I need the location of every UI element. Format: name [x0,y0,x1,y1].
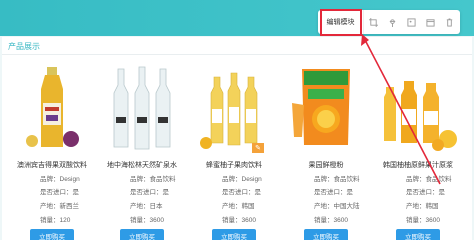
buy-now-button[interactable]: 立即购买 [396,229,440,240]
spec-value: 3600 [149,217,164,224]
spec-key: 销量： [314,217,334,224]
spec-value: 是 [438,189,446,196]
product-image[interactable] [100,61,184,151]
spec-brand: 品牌：食品饮料 [314,173,360,183]
edit-pencil-icon[interactable]: ✎ [252,143,264,153]
spec-sales: 销量：3600 [314,214,348,224]
spec-sales: 销量：120 [40,214,70,224]
spec-key: 是否进口： [222,189,255,196]
product-card[interactable]: 澳洲宾吉得果双酸饮料 品牌：Design 是否进口：是 产地：新西兰 销量：12… [10,57,94,240]
spec-value: 中国大陆 [333,203,360,210]
window-icon[interactable] [421,10,440,34]
spec-value: 3600 [425,217,440,224]
spec-imported: 是否进口：是 [130,186,169,196]
spec-key: 品牌： [130,176,150,183]
spec-imported: 是否进口：是 [40,186,79,196]
divider [2,54,472,55]
spec-value: 是 [162,189,170,196]
spec-value: 是 [72,189,80,196]
product-image[interactable] [284,61,368,151]
spec-sales: 销量：3600 [406,214,440,224]
spec-value: 韩国 [425,203,439,210]
product-image[interactable] [376,61,460,151]
spec-imported: 是否进口：是 [406,186,445,196]
spec-key: 是否进口： [40,189,73,196]
spec-key: 产地： [130,203,150,210]
spec-value: 食品饮料 [149,176,176,183]
product-card[interactable]: 韩国柚柚原鲜果汁原浆 品牌：食品饮料 是否进口：是 产地：韩国 销量：3600 … [376,57,460,240]
edit-module-label: 编辑模块 [326,19,355,26]
product-image[interactable] [192,61,276,151]
spec-value: Design [241,176,262,183]
product-name: 韩国柚柚原鲜果汁原浆 [383,162,453,169]
spec-key: 是否进口： [406,189,439,196]
spec-key: 销量： [222,217,242,224]
spec-origin: 产地：新西兰 [40,200,79,210]
spec-value: 食品饮料 [333,176,360,183]
spec-value: 韩国 [241,203,255,210]
spec-key: 是否进口： [314,189,347,196]
product-module: 产品展示 澳洲宾吉得果双酸饮料 品牌：Design 是否进口：是 产地：新西兰 … [2,37,472,240]
spec-key: 品牌： [40,176,60,183]
spec-brand: 品牌：食品饮料 [406,173,452,183]
spec-value: 120 [59,217,71,224]
edit-module-button[interactable]: 编辑模块 [318,10,364,34]
product-name: 地中海松林天然矿泉水 [107,162,177,169]
spec-origin: 产地：中国大陆 [314,200,360,210]
module-toolbar: 编辑模块 [318,10,460,34]
spec-origin: 产地：韩国 [222,200,255,210]
layers-icon[interactable] [402,10,421,34]
product-card[interactable]: 果园鲜橙粉 品牌：食品饮料 是否进口：是 产地：中国大陆 销量：3600 立即购… [284,57,368,240]
spec-brand: 品牌：食品饮料 [130,173,176,183]
spec-value: 3600 [333,217,348,224]
spec-key: 品牌： [314,176,334,183]
pin-icon[interactable] [383,10,402,34]
crop-icon[interactable] [364,10,383,34]
product-image[interactable] [10,61,94,151]
spec-origin: 产地：韩国 [406,200,439,210]
spec-imported: 是否进口：是 [314,186,353,196]
spec-sales: 销量：3600 [222,214,256,224]
spec-key: 是否进口： [130,189,163,196]
spec-imported: 是否进口：是 [222,186,261,196]
buy-now-button[interactable]: 立即购买 [212,229,256,240]
product-card[interactable]: ✎ 蜂蜜柚子果肉饮料 品牌：Design 是否进口：是 产地：韩国 销量：360… [192,57,276,240]
spec-value: 日本 [149,203,163,210]
spec-brand: 品牌：Design [222,173,262,183]
spec-value: Design [59,176,80,183]
buy-now-button[interactable]: 立即购买 [30,229,74,240]
spec-key: 销量： [40,217,60,224]
spec-value: 食品饮料 [425,176,452,183]
spec-key: 产地： [222,203,242,210]
trash-icon[interactable] [440,10,459,34]
product-name: 果园鲜橙粉 [308,162,344,169]
spec-key: 产地： [40,203,60,210]
spec-value: 是 [254,189,262,196]
spec-key: 产地： [406,203,426,210]
product-card[interactable]: 地中海松林天然矿泉水 品牌：食品饮料 是否进口：是 产地：日本 销量：3600 … [100,57,184,240]
buy-now-button[interactable]: 立即购买 [304,229,348,240]
spec-key: 销量： [130,217,150,224]
spec-key: 品牌： [222,176,242,183]
product-name: 澳洲宾吉得果双酸饮料 [17,162,87,169]
spec-value: 新西兰 [59,203,80,210]
spec-brand: 品牌：Design [40,173,80,183]
product-name: 蜂蜜柚子果肉饮料 [206,162,262,169]
spec-key: 产地： [314,203,334,210]
spec-value: 3600 [241,217,256,224]
spec-value: 是 [346,189,354,196]
buy-now-button[interactable]: 立即购买 [120,229,164,240]
spec-key: 品牌： [406,176,426,183]
spec-origin: 产地：日本 [130,200,163,210]
spec-key: 销量： [406,217,426,224]
section-title: 产品展示 [8,42,40,51]
spec-sales: 销量：3600 [130,214,164,224]
